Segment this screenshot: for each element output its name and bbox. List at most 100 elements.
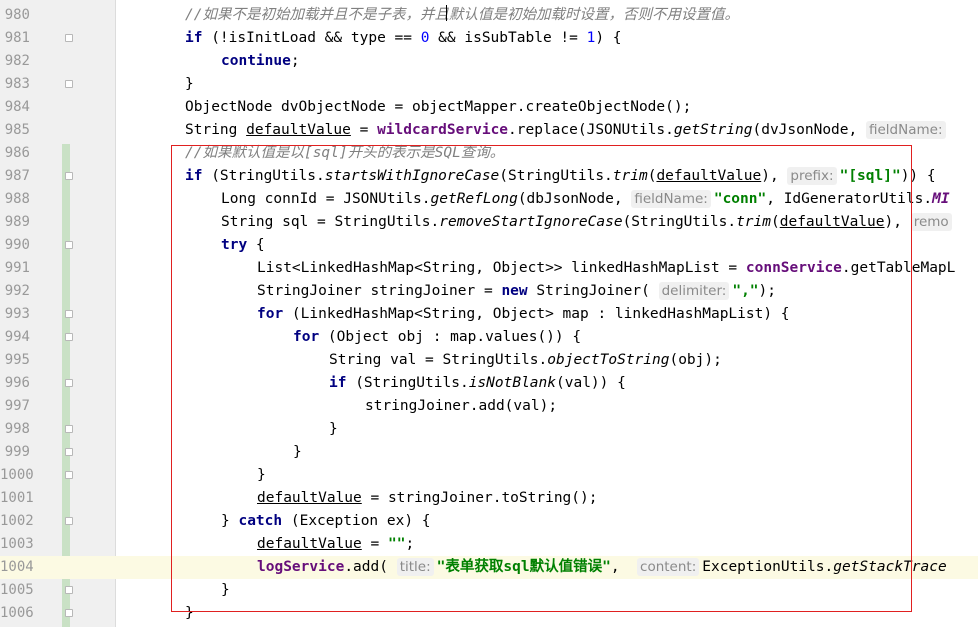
code-text[interactable]: ObjectNode dvObjectNode = objectMapper.c… bbox=[185, 96, 691, 119]
code-text[interactable]: } bbox=[329, 418, 338, 441]
code-line[interactable]: 981 if (!isInitLoad && type == 0 && isSub… bbox=[0, 27, 978, 50]
code-line[interactable]: 1001 defaultValue = stringJoiner.toString… bbox=[0, 487, 978, 510]
code-text[interactable]: for (LinkedHashMap<String, Object> map :… bbox=[257, 303, 790, 326]
line-number[interactable]: 1004 bbox=[0, 556, 34, 579]
code-token: getString bbox=[673, 122, 753, 138]
code-text[interactable]: } bbox=[185, 602, 194, 625]
line-number[interactable]: 980 bbox=[0, 4, 30, 27]
fold-marker-icon[interactable] bbox=[65, 425, 73, 433]
code-line[interactable]: 990 try { bbox=[0, 234, 978, 257]
code-text[interactable]: } bbox=[221, 579, 230, 602]
code-line[interactable]: 998} bbox=[0, 418, 978, 441]
fold-marker-icon[interactable] bbox=[65, 448, 73, 456]
code-line[interactable]: 987 if (StringUtils.startsWithIgnoreCase(… bbox=[0, 165, 978, 188]
code-text[interactable]: //如果不是初始加载并且不是子表，并且默认值是初始加载时设置，否则不用设置值。 bbox=[185, 4, 739, 27]
code-editor[interactable]: 980 //如果不是初始加载并且不是子表，并且默认值是初始加载时设置，否则不用设置… bbox=[0, 0, 978, 627]
fold-marker-icon[interactable] bbox=[65, 471, 73, 479]
code-text[interactable]: logService.add( title: "表单获取sql默认值错误", co… bbox=[257, 556, 947, 579]
code-text[interactable]: if (StringUtils.isNotBlank(val)) { bbox=[329, 372, 626, 395]
code-line[interactable]: 989 String sql = StringUtils.removeStartI… bbox=[0, 211, 978, 234]
line-number[interactable]: 984 bbox=[0, 96, 30, 119]
code-text[interactable]: if (!isInitLoad && type == 0 && isSubTab… bbox=[185, 27, 622, 50]
code-line[interactable]: 986 //如果默认值是以[sql]开头的表示是SQL查询。 bbox=[0, 142, 978, 165]
fold-marker-icon[interactable] bbox=[65, 172, 73, 180]
line-number[interactable]: 995 bbox=[0, 349, 30, 372]
line-number[interactable]: 996 bbox=[0, 372, 30, 395]
line-number[interactable]: 989 bbox=[0, 211, 30, 234]
code-line[interactable]: 997 stringJoiner.add(val); bbox=[0, 395, 978, 418]
line-number[interactable]: 999 bbox=[0, 441, 30, 464]
code-line[interactable]: 992 StringJoiner stringJoiner = new Strin… bbox=[0, 280, 978, 303]
fold-marker-icon[interactable] bbox=[65, 333, 73, 341]
code-line[interactable]: 985 String defaultValue = wildcardService… bbox=[0, 119, 978, 142]
fold-marker-icon[interactable] bbox=[65, 80, 73, 88]
line-number[interactable]: 1001 bbox=[0, 487, 34, 510]
code-line[interactable]: 988 Long connId = JSONUtils.getRefLong(db… bbox=[0, 188, 978, 211]
code-text[interactable]: List<LinkedHashMap<String, Object>> link… bbox=[257, 257, 955, 280]
line-number[interactable]: 986 bbox=[0, 142, 30, 165]
line-number[interactable]: 993 bbox=[0, 303, 30, 326]
line-number[interactable]: 983 bbox=[0, 73, 30, 96]
code-text[interactable]: for (Object obj : map.values()) { bbox=[293, 326, 581, 349]
line-number[interactable]: 1003 bbox=[0, 533, 34, 556]
code-text[interactable]: try { bbox=[221, 234, 265, 257]
code-text[interactable]: Long connId = JSONUtils.getRefLong(dbJso… bbox=[221, 188, 950, 211]
code-line[interactable]: 1006} bbox=[0, 602, 978, 625]
line-number[interactable]: 998 bbox=[0, 418, 30, 441]
code-text[interactable]: String val = StringUtils.objectToString(… bbox=[329, 349, 722, 372]
code-line[interactable]: 980 //如果不是初始加载并且不是子表，并且默认值是初始加载时设置，否则不用设置… bbox=[0, 4, 978, 27]
code-line[interactable]: 1005} bbox=[0, 579, 978, 602]
code-line[interactable]: 984 ObjectNode dvObjectNode = objectMappe… bbox=[0, 96, 978, 119]
code-text[interactable]: continue; bbox=[221, 50, 300, 73]
line-number[interactable]: 988 bbox=[0, 188, 30, 211]
fold-marker-icon[interactable] bbox=[65, 609, 73, 617]
code-text[interactable]: defaultValue = ""; bbox=[257, 533, 414, 556]
code-token: trim bbox=[612, 168, 648, 184]
code-line[interactable]: 1003 defaultValue = ""; bbox=[0, 533, 978, 556]
line-number[interactable]: 981 bbox=[0, 27, 30, 50]
code-text[interactable]: //如果默认值是以[sql]开头的表示是SQL查询。 bbox=[185, 142, 504, 165]
code-text[interactable]: stringJoiner.add(val); bbox=[365, 395, 557, 418]
line-number[interactable]: 992 bbox=[0, 280, 30, 303]
code-line[interactable]: 999} bbox=[0, 441, 978, 464]
fold-marker-icon[interactable] bbox=[65, 586, 73, 594]
line-number[interactable]: 990 bbox=[0, 234, 30, 257]
code-line[interactable]: 983} bbox=[0, 73, 978, 96]
code-line[interactable]: 991 List<LinkedHashMap<String, Object>> l… bbox=[0, 257, 978, 280]
code-line[interactable]: 982 continue; bbox=[0, 50, 978, 73]
code-line[interactable]: 1004 logService.add( title: "表单获取sql默认值错误"… bbox=[0, 556, 978, 579]
code-token: (LinkedHashMap<String, Object> map : lin… bbox=[283, 306, 790, 322]
code-line[interactable]: 1002 } catch (Exception ex) { bbox=[0, 510, 978, 533]
line-number[interactable]: 985 bbox=[0, 119, 30, 142]
code-text[interactable]: } bbox=[293, 441, 302, 464]
fold-marker-icon[interactable] bbox=[65, 310, 73, 318]
code-line[interactable]: 1000} bbox=[0, 464, 978, 487]
code-text[interactable]: } bbox=[185, 73, 194, 96]
fold-marker-icon[interactable] bbox=[65, 517, 73, 525]
code-token: (Object obj : map.values()) { bbox=[319, 329, 582, 345]
code-text[interactable]: StringJoiner stringJoiner = new StringJo… bbox=[257, 280, 776, 303]
line-number[interactable]: 997 bbox=[0, 395, 30, 418]
line-number[interactable]: 1000 bbox=[0, 464, 34, 487]
code-text[interactable]: defaultValue = stringJoiner.toString(); bbox=[257, 487, 597, 510]
code-line[interactable]: 995 String val = StringUtils.objectToStri… bbox=[0, 349, 978, 372]
line-number[interactable]: 991 bbox=[0, 257, 30, 280]
line-number[interactable]: 1005 bbox=[0, 579, 34, 602]
code-text[interactable]: if (StringUtils.startsWithIgnoreCase(Str… bbox=[185, 165, 936, 188]
code-text[interactable]: String sql = StringUtils.removeStartIgno… bbox=[221, 211, 955, 234]
code-line[interactable]: 993 for (LinkedHashMap<String, Object> ma… bbox=[0, 303, 978, 326]
code-line[interactable]: 994 for (Object obj : map.values()) { bbox=[0, 326, 978, 349]
code-token: (dvJsonNode, bbox=[752, 122, 866, 138]
code-text[interactable]: } catch (Exception ex) { bbox=[221, 510, 431, 533]
fold-marker-icon[interactable] bbox=[65, 241, 73, 249]
code-text[interactable]: } bbox=[257, 464, 266, 487]
line-number[interactable]: 987 bbox=[0, 165, 30, 188]
line-number[interactable]: 982 bbox=[0, 50, 30, 73]
line-number[interactable]: 1002 bbox=[0, 510, 34, 533]
code-line[interactable]: 996 if (StringUtils.isNotBlank(val)) { bbox=[0, 372, 978, 395]
fold-marker-icon[interactable] bbox=[65, 34, 73, 42]
fold-marker-icon[interactable] bbox=[65, 379, 73, 387]
line-number[interactable]: 1006 bbox=[0, 602, 34, 625]
code-text[interactable]: String defaultValue = wildcardService.re… bbox=[185, 119, 949, 142]
line-number[interactable]: 994 bbox=[0, 326, 30, 349]
